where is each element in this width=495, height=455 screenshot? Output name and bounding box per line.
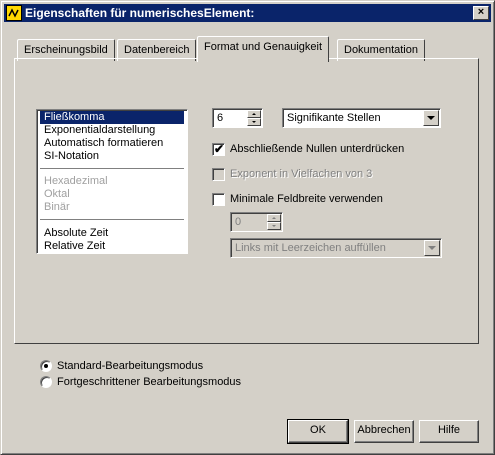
list-item-binaer: Binär — [44, 201, 70, 213]
suppress-zeros-label: Abschließende Nullen unterdrücken — [230, 143, 405, 155]
chevron-down-icon[interactable] — [423, 110, 439, 126]
list-item-oktal: Oktal — [44, 188, 70, 200]
cancel-button[interactable]: Abbrechen — [354, 420, 414, 443]
min-width-value: 0 — [235, 216, 242, 228]
list-item-si-notation[interactable]: SI-Notation — [40, 150, 184, 163]
radio-selected-icon — [44, 364, 48, 368]
spin-down-icon[interactable] — [247, 118, 261, 126]
close-icon[interactable]: × — [473, 6, 489, 20]
checkmark-icon: ✔ — [214, 142, 225, 156]
ok-button[interactable]: OK — [287, 419, 349, 444]
list-item-exponential[interactable]: Exponentialdarstellung — [40, 124, 184, 137]
padding-mode-select: Links mit Leerzeichen auffüllen — [230, 238, 442, 258]
precision-type-value: Signifikante Stellen — [287, 112, 381, 124]
exponent-multiple-label: Exponent in Vielfachen von 3 — [230, 168, 373, 180]
tab-format-und-genauigkeit[interactable]: Format und Genauigkeit — [197, 36, 330, 62]
list-separator — [40, 168, 184, 169]
spin-up-icon[interactable] — [247, 110, 261, 118]
precision-type-select[interactable]: Signifikante Stellen — [282, 108, 441, 128]
list-item-absolute-zeit[interactable]: Absolute Zeit — [40, 227, 184, 240]
chevron-down-icon — [424, 240, 440, 256]
format-listbox[interactable]: Fließkomma Exponentialdarstellung Automa… — [36, 109, 188, 254]
digits-value: 6 — [217, 112, 224, 124]
advanced-mode-label: Fortgeschrittener Bearbeitungsmodus — [57, 376, 242, 388]
list-item-relative-zeit[interactable]: Relative Zeit — [40, 240, 184, 253]
spin-up-icon — [267, 214, 281, 222]
labview-icon — [6, 5, 22, 21]
properties-dialog: Eigenschaften für numerischesElement: × … — [0, 0, 495, 455]
min-width-label: Minimale Feldbreite verwenden — [230, 193, 383, 205]
window-title: Eigenschaften für numerischesElement: — [25, 6, 255, 20]
title-bar[interactable]: Eigenschaften für numerischesElement: × — [4, 4, 491, 22]
help-button[interactable]: Hilfe — [419, 420, 479, 443]
list-item-automatisch[interactable]: Automatisch formatieren — [40, 137, 184, 150]
min-width-stepper: 0 — [230, 212, 283, 232]
digits-stepper[interactable]: 6 — [212, 108, 263, 128]
padding-mode-value: Links mit Leerzeichen auffüllen — [235, 242, 386, 254]
spin-down-icon — [267, 222, 281, 230]
list-separator — [40, 219, 184, 220]
list-item-hexadezimal: Hexadezimal — [44, 175, 108, 187]
list-item-fliesskomma[interactable]: Fließkomma — [40, 111, 184, 124]
standard-mode-label: Standard-Bearbeitungsmodus — [57, 360, 204, 372]
